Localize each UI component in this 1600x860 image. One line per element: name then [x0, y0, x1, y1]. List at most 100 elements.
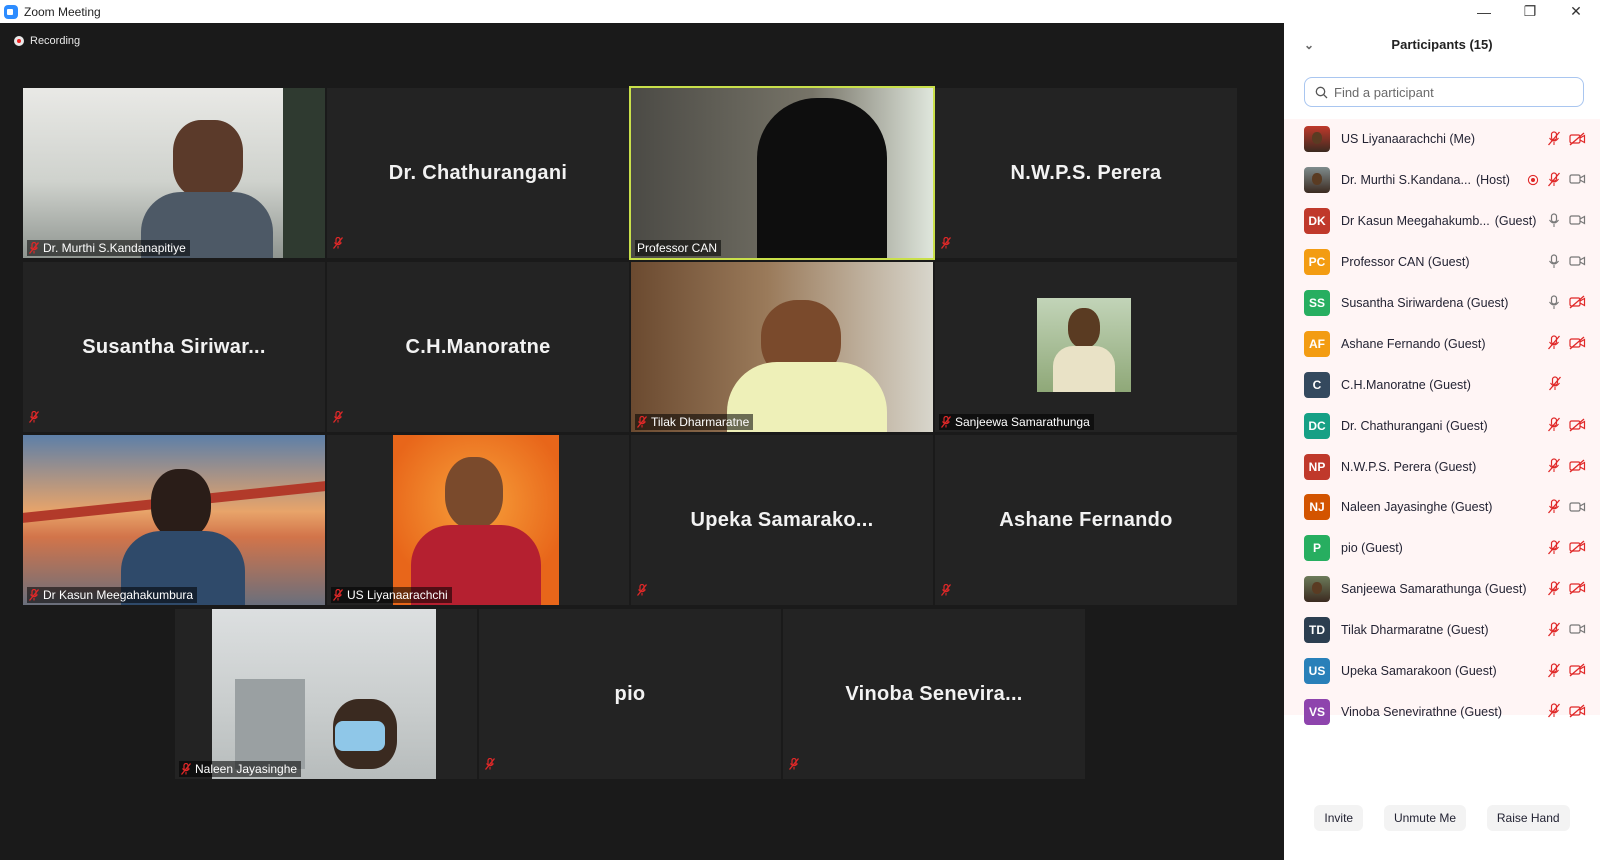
- muted-mic-icon[interactable]: [1547, 131, 1561, 151]
- video-on-icon[interactable]: [1569, 172, 1586, 191]
- participant-row[interactable]: AF Ashane Fernando (Guest): [1284, 323, 1600, 364]
- participant-controls: [1547, 458, 1586, 478]
- participant-row[interactable]: SS Susantha Siriwardena (Guest): [1284, 283, 1600, 324]
- participant-row[interactable]: NJ Naleen Jayasinghe (Guest): [1284, 487, 1600, 528]
- muted-mic-icon: [941, 236, 951, 254]
- participant-row[interactable]: Sanjeewa Samarathunga (Guest): [1284, 569, 1600, 610]
- tile-display-name: Upeka Samarako...: [690, 508, 874, 531]
- tile-name-label: Professor CAN: [635, 240, 722, 256]
- muted-mic-icon: [941, 583, 951, 601]
- participant-search[interactable]: [1304, 77, 1584, 107]
- video-tile[interactable]: Dr Kasun Meegahakumbura: [23, 435, 325, 605]
- video-tile[interactable]: Professor CAN: [629, 86, 935, 260]
- avatar-initials: PC: [1304, 249, 1330, 276]
- mic-icon[interactable]: [1547, 294, 1561, 315]
- avatar-initials: SS: [1304, 290, 1330, 316]
- invite-button[interactable]: Invite: [1314, 805, 1364, 831]
- tile-display-name: Susantha Siriwar...: [82, 335, 266, 358]
- participant-name: Upeka Samarakoon (Guest): [1341, 664, 1497, 679]
- participant-row[interactable]: NP N.W.P.S. Perera (Guest): [1284, 446, 1600, 487]
- muted-mic-icon: [637, 583, 647, 601]
- video-tile[interactable]: Dr. Murthi S.Kandanapitiye: [23, 88, 325, 258]
- muted-mic-icon[interactable]: [1547, 581, 1561, 601]
- recording-indicator[interactable]: Recording: [14, 35, 80, 47]
- muted-mic-icon[interactable]: [1547, 703, 1561, 723]
- muted-mic-icon[interactable]: [1547, 499, 1561, 519]
- video-off-icon[interactable]: [1569, 459, 1586, 478]
- video-tile[interactable]: C.H.Manoratne: [327, 262, 629, 432]
- tile-name-label: Dr. Murthi S.Kandanapitiye: [27, 240, 190, 256]
- unmute-me-button[interactable]: Unmute Me: [1383, 805, 1466, 831]
- muted-mic-icon[interactable]: [1547, 622, 1561, 642]
- participant-row[interactable]: Dr. Murthi S.Kandana... (Host): [1284, 160, 1600, 201]
- video-off-icon[interactable]: [1569, 336, 1586, 355]
- mic-icon[interactable]: [1547, 254, 1561, 274]
- avatar-initials: NJ: [1304, 494, 1330, 521]
- muted-mic-icon[interactable]: [1548, 376, 1562, 396]
- search-input[interactable]: [1334, 84, 1574, 100]
- participant-role: (Guest): [1494, 214, 1537, 229]
- avatar-initials: US: [1304, 658, 1330, 685]
- video-tile[interactable]: US Liyanaarachchi: [327, 435, 629, 605]
- video-on-icon[interactable]: [1569, 622, 1586, 641]
- video-off-icon[interactable]: [1569, 581, 1586, 600]
- participant-row[interactable]: C C.H.Manoratne (Guest): [1284, 364, 1600, 405]
- muted-mic-icon[interactable]: [1547, 458, 1561, 478]
- recording-status-icon: [1527, 173, 1539, 191]
- video-tile[interactable]: N.W.P.S. Perera: [935, 88, 1237, 258]
- minimize-button[interactable]: —: [1462, 0, 1506, 23]
- video-off-icon[interactable]: [1569, 704, 1586, 723]
- video-tile[interactable]: Tilak Dharmaratne: [631, 262, 933, 432]
- video-on-icon[interactable]: [1569, 213, 1586, 232]
- video-on-icon[interactable]: [1569, 254, 1586, 273]
- participant-row[interactable]: DC Dr. Chathurangani (Guest): [1284, 405, 1600, 446]
- muted-mic-icon[interactable]: [1547, 540, 1561, 560]
- mic-icon[interactable]: [1547, 213, 1561, 233]
- participant-controls: [1547, 703, 1586, 723]
- restore-button[interactable]: ❐: [1508, 0, 1552, 23]
- tile-display-name: Vinoba Senevira...: [845, 682, 1023, 705]
- participant-name: Dr Kasun Meegahakumb...: [1341, 214, 1490, 229]
- participant-row[interactable]: TD Tilak Dharmaratne (Guest): [1284, 610, 1600, 651]
- video-tile[interactable]: Naleen Jayasinghe: [175, 609, 477, 779]
- tile-name-label: Sanjeewa Samarathunga: [939, 414, 1094, 430]
- video-off-icon[interactable]: [1569, 540, 1586, 559]
- video-tile[interactable]: Upeka Samarako...: [631, 435, 933, 605]
- video-off-icon[interactable]: [1569, 418, 1586, 437]
- muted-mic-icon[interactable]: [1547, 417, 1561, 437]
- recording-label: Recording: [30, 35, 81, 47]
- recording-icon: [14, 36, 24, 46]
- video-on-icon[interactable]: [1569, 500, 1586, 519]
- avatar-initials: AF: [1304, 330, 1330, 357]
- video-tile[interactable]: Dr. Chathurangani: [327, 88, 629, 258]
- search-icon: [1315, 86, 1328, 98]
- video-off-icon[interactable]: [1569, 132, 1586, 151]
- raise-hand-button[interactable]: Raise Hand: [1486, 805, 1570, 831]
- participant-name: N.W.P.S. Perera (Guest): [1341, 459, 1477, 474]
- muted-mic-icon[interactable]: [1547, 172, 1561, 192]
- participant-controls: [1547, 254, 1586, 274]
- participant-row[interactable]: Ppio (Guest): [1284, 528, 1600, 569]
- video-off-icon[interactable]: [1569, 663, 1586, 682]
- avatar-photo: [1304, 167, 1330, 194]
- participant-row[interactable]: US Liyanaarachchi (Me): [1284, 119, 1600, 160]
- video-tile[interactable]: pio: [479, 609, 781, 779]
- muted-mic-icon: [789, 757, 799, 775]
- video-tile[interactable]: Vinoba Senevira...: [783, 609, 1085, 779]
- video-off-icon[interactable]: [1569, 295, 1586, 314]
- chevron-down-icon[interactable]: ⌄: [1304, 38, 1314, 52]
- participant-row[interactable]: DK Dr Kasun Meegahakumb... (Guest): [1284, 201, 1600, 242]
- participant-name: pio (Guest): [1341, 541, 1403, 556]
- participant-row[interactable]: US Upeka Samarakoon (Guest): [1284, 651, 1600, 692]
- video-tile[interactable]: Susantha Siriwar...: [23, 262, 325, 432]
- participant-row[interactable]: PC Professor CAN (Guest): [1284, 242, 1600, 283]
- avatar-initials: DK: [1304, 208, 1330, 235]
- avatar-photo: [1304, 126, 1330, 153]
- close-button[interactable]: ✕: [1554, 0, 1598, 23]
- video-tile[interactable]: Ashane Fernando: [935, 435, 1237, 605]
- tile-label-text: Professor CAN: [637, 241, 718, 255]
- participant-row[interactable]: VS Vinoba Senevirathne (Guest): [1284, 691, 1600, 732]
- muted-mic-icon[interactable]: [1547, 335, 1561, 355]
- video-tile[interactable]: Sanjeewa Samarathunga: [935, 262, 1237, 432]
- muted-mic-icon[interactable]: [1547, 662, 1561, 683]
